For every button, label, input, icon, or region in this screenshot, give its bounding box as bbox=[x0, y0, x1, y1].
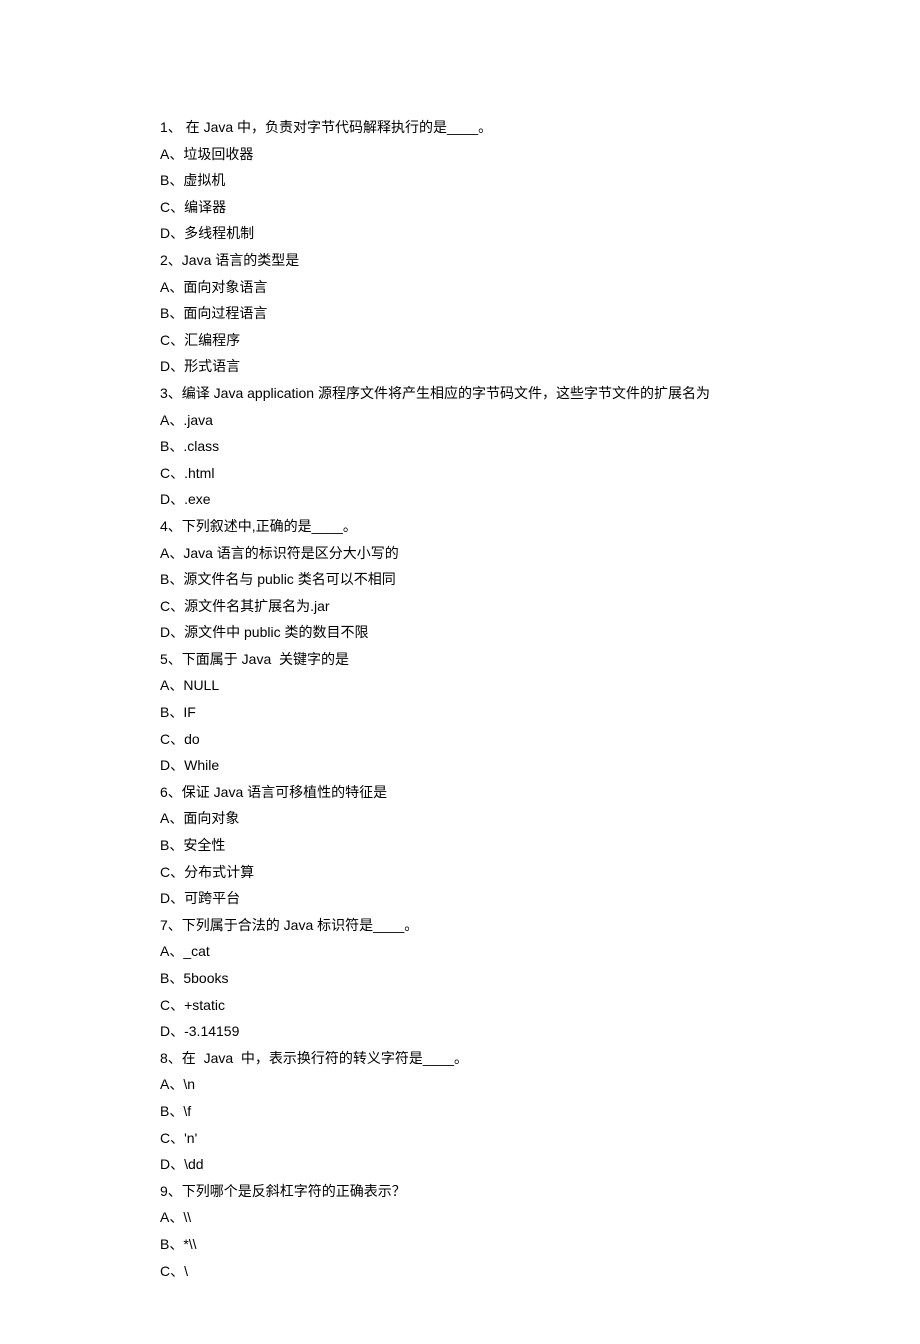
question-stem: 1、 在 Java 中，负责对字节代码解释执行的是____。 bbox=[160, 114, 760, 141]
question-option: B、\f bbox=[160, 1098, 760, 1125]
question-option: B、面向过程语言 bbox=[160, 300, 760, 327]
question-option: C、\ bbox=[160, 1258, 760, 1285]
question-option: D、\dd bbox=[160, 1151, 760, 1178]
question-option: B、*\\ bbox=[160, 1231, 760, 1258]
question-option: D、.exe bbox=[160, 486, 760, 513]
question-option: D、形式语言 bbox=[160, 353, 760, 380]
question-option: C、'n' bbox=[160, 1125, 760, 1152]
question-option: A、_cat bbox=[160, 938, 760, 965]
question-option: C、编译器 bbox=[160, 194, 760, 221]
question-stem: 7、下列属于合法的 Java 标识符是____。 bbox=[160, 912, 760, 939]
question-stem: 2、Java 语言的类型是 bbox=[160, 247, 760, 274]
page-content: 1、 在 Java 中，负责对字节代码解释执行的是____。A、垃圾回收器B、虚… bbox=[0, 0, 920, 1344]
question-option: D、源文件中 public 类的数目不限 bbox=[160, 619, 760, 646]
question-option: D、可跨平台 bbox=[160, 885, 760, 912]
question-option: A、垃圾回收器 bbox=[160, 141, 760, 168]
question-option: C、+static bbox=[160, 992, 760, 1019]
question-option: B、IF bbox=[160, 699, 760, 726]
question-stem: 3、编译 Java application 源程序文件将产生相应的字节码文件，这… bbox=[160, 380, 760, 407]
question-stem: 9、下列哪个是反斜杠字符的正确表示？ bbox=[160, 1178, 760, 1205]
question-option: C、.html bbox=[160, 460, 760, 487]
question-option: D、-3.14159 bbox=[160, 1018, 760, 1045]
question-stem: 6、保证 Java 语言可移植性的特征是 bbox=[160, 779, 760, 806]
question-option: A、NULL bbox=[160, 672, 760, 699]
question-option: B、安全性 bbox=[160, 832, 760, 859]
question-stem: 5、下面属于 Java 关键字的是 bbox=[160, 646, 760, 673]
question-option: C、do bbox=[160, 726, 760, 753]
question-stem: 8、在 Java 中，表示换行符的转义字符是____。 bbox=[160, 1045, 760, 1072]
question-option: B、虚拟机 bbox=[160, 167, 760, 194]
question-option: A、\\ bbox=[160, 1204, 760, 1231]
question-option: D、多线程机制 bbox=[160, 220, 760, 247]
question-option: A、\n bbox=[160, 1071, 760, 1098]
question-stem: 4、下列叙述中,正确的是____。 bbox=[160, 513, 760, 540]
question-option: A、Java 语言的标识符是区分大小写的 bbox=[160, 540, 760, 567]
question-option: B、源文件名与 public 类名可以不相同 bbox=[160, 566, 760, 593]
question-option: B、5books bbox=[160, 965, 760, 992]
question-option: C、源文件名其扩展名为.jar bbox=[160, 593, 760, 620]
question-option: D、While bbox=[160, 752, 760, 779]
question-option: C、汇编程序 bbox=[160, 327, 760, 354]
question-option: A、.java bbox=[160, 407, 760, 434]
question-option: C、分布式计算 bbox=[160, 859, 760, 886]
question-option: B、.class bbox=[160, 433, 760, 460]
question-option: A、面向对象 bbox=[160, 805, 760, 832]
question-option: A、面向对象语言 bbox=[160, 274, 760, 301]
